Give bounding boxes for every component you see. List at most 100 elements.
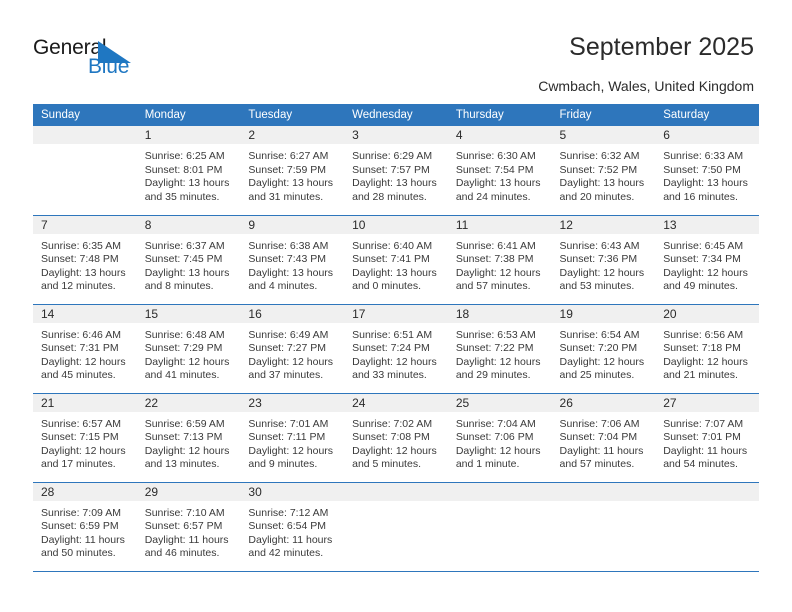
calendar-day-cell[interactable]: 19 Sunrise: 6:54 AM Sunset: 7:20 PM Dayligh… — [551, 304, 656, 394]
sunset-text: Sunset: 7:57 PM — [352, 163, 430, 176]
day-number: 6 — [655, 126, 759, 144]
general-blue-logo: General Blue — [33, 36, 163, 82]
calendar-day-cell[interactable]: 14 Sunrise: 6:46 AM Sunset: 7:31 PM Dayligh… — [33, 304, 137, 394]
daylight-text-line2: and 50 minutes. — [41, 547, 116, 560]
calendar-day-cell[interactable]: 13 Sunrise: 6:45 AM Sunset: 7:34 PM Dayligh… — [655, 215, 759, 305]
calendar-day-cell[interactable]: 17 Sunrise: 6:51 AM Sunset: 7:24 PM Dayligh… — [344, 304, 448, 394]
calendar-day-cell[interactable]: 7 Sunrise: 6:35 AM Sunset: 7:48 PM Daylight… — [33, 215, 137, 305]
day-number: 11 — [447, 215, 552, 234]
daylight-text-line2: and 0 minutes. — [352, 280, 421, 293]
weekday-header-tuesday: Tuesday — [240, 104, 345, 126]
day-details: Sunrise: 7:06 AM Sunset: 7:04 PM Daylight:… — [552, 412, 656, 472]
calendar-day-cell[interactable]: 30 Sunrise: 7:12 AM Sunset: 6:54 PM Dayligh… — [240, 482, 345, 572]
daylight-text-line2: and 28 minutes. — [352, 190, 427, 203]
sunset-text: Sunset: 7:01 PM — [663, 431, 741, 444]
daylight-text-line1: Daylight: 13 hours — [144, 177, 230, 190]
daylight-text-line2: and 41 minutes. — [144, 369, 220, 382]
sunrise-text: Sunrise: 6:49 AM — [248, 328, 329, 341]
daylight-text-line2: and 5 minutes. — [352, 458, 421, 471]
sunrise-text: Sunrise: 6:33 AM — [663, 150, 744, 162]
day-details: Sunrise: 6:40 AM Sunset: 7:41 PM Daylight:… — [344, 234, 448, 294]
calendar-day-cell[interactable]: 12 Sunrise: 6:43 AM Sunset: 7:36 PM Dayligh… — [551, 215, 656, 305]
sunset-text: Sunset: 7:50 PM — [663, 163, 741, 176]
calendar-body: 1 Sunrise: 6:25 AM Sunset: 8:01 PM Daylight… — [33, 126, 759, 572]
calendar-day-cell-empty — [655, 482, 759, 572]
calendar-day-cell[interactable]: 1 Sunrise: 6:25 AM Sunset: 8:01 PM Daylight… — [136, 126, 241, 216]
calendar-day-cell[interactable]: 5 Sunrise: 6:32 AM Sunset: 7:52 PM Daylight… — [551, 126, 656, 216]
calendar-day-cell-empty — [447, 482, 552, 572]
calendar-day-cell[interactable]: 18 Sunrise: 6:53 AM Sunset: 7:22 PM Dayligh… — [447, 304, 552, 394]
calendar-day-cell[interactable]: 24 Sunrise: 7:02 AM Sunset: 7:08 PM Dayligh… — [344, 393, 448, 483]
sunset-text: Sunset: 7:59 PM — [248, 163, 327, 176]
daylight-text-line1: Daylight: 13 hours — [663, 177, 748, 190]
daylight-text-line1: Daylight: 13 hours — [41, 266, 126, 279]
day-details: Sunrise: 6:33 AM Sunset: 7:50 PM Daylight:… — [655, 144, 759, 204]
day-number: 15 — [136, 304, 241, 323]
calendar-day-cell[interactable]: 16 Sunrise: 6:49 AM Sunset: 7:27 PM Dayligh… — [240, 304, 345, 394]
calendar-day-cell[interactable]: 10 Sunrise: 6:40 AM Sunset: 7:41 PM Dayligh… — [344, 215, 448, 305]
day-details: Sunrise: 6:41 AM Sunset: 7:38 PM Daylight:… — [448, 234, 552, 294]
sunset-text: Sunset: 7:18 PM — [663, 342, 741, 355]
sunrise-text: Sunrise: 6:41 AM — [455, 239, 536, 252]
day-number: 27 — [655, 393, 759, 412]
sunrise-text: Sunrise: 6:48 AM — [144, 328, 225, 341]
calendar-day-cell[interactable]: 4 Sunrise: 6:30 AM Sunset: 7:54 PM Daylight… — [447, 126, 552, 216]
calendar-day-cell[interactable]: 8 Sunrise: 6:37 AM Sunset: 7:45 PM Daylight… — [136, 215, 241, 305]
calendar-day-cell[interactable]: 9 Sunrise: 6:38 AM Sunset: 7:43 PM Daylight… — [240, 215, 345, 305]
sunset-text: Sunset: 7:08 PM — [352, 431, 430, 444]
calendar-day-cell[interactable]: 6 Sunrise: 6:33 AM Sunset: 7:50 PM Daylight… — [655, 126, 759, 216]
sunset-text: Sunset: 7:52 PM — [559, 163, 638, 176]
day-number: 20 — [655, 304, 759, 323]
calendar-day-cell[interactable]: 28 Sunrise: 7:09 AM Sunset: 6:59 PM Dayligh… — [33, 482, 137, 572]
calendar-day-cell[interactable]: 26 Sunrise: 7:06 AM Sunset: 7:04 PM Dayligh… — [551, 393, 656, 483]
sunset-text: Sunset: 7:24 PM — [352, 342, 430, 355]
calendar-day-cell[interactable]: 2 Sunrise: 6:27 AM Sunset: 7:59 PM Daylight… — [240, 126, 345, 216]
day-details: Sunrise: 7:12 AM Sunset: 6:54 PM Daylight:… — [240, 501, 344, 561]
day-number: 12 — [551, 215, 656, 234]
daylight-text-line2: and 37 minutes. — [248, 369, 324, 382]
sunrise-text: Sunrise: 6:32 AM — [559, 150, 640, 162]
weekday-header-monday: Monday — [136, 104, 241, 126]
day-number — [344, 482, 448, 501]
calendar-header-row: Sunday Monday Tuesday Wednesday Thursday… — [33, 104, 759, 126]
daylight-text-line1: Daylight: 13 hours — [248, 266, 334, 279]
sunrise-text: Sunrise: 7:02 AM — [352, 417, 433, 430]
calendar-day-cell-empty — [551, 482, 656, 572]
weekday-header-sunday: Sunday — [33, 104, 137, 126]
sunset-text: Sunset: 7:45 PM — [144, 253, 223, 266]
calendar-grid: Sunday Monday Tuesday Wednesday Thursday… — [33, 104, 759, 572]
day-details: Sunrise: 6:48 AM Sunset: 7:29 PM Daylight:… — [137, 323, 241, 383]
calendar-day-cell[interactable]: 25 Sunrise: 7:04 AM Sunset: 7:06 PM Dayligh… — [447, 393, 552, 483]
calendar-day-cell[interactable]: 22 Sunrise: 6:59 AM Sunset: 7:13 PM Dayligh… — [136, 393, 241, 483]
sunrise-text: Sunrise: 6:45 AM — [663, 239, 744, 252]
calendar-day-cell[interactable]: 21 Sunrise: 6:57 AM Sunset: 7:15 PM Dayligh… — [33, 393, 137, 483]
daylight-text-line2: and 20 minutes. — [559, 190, 635, 203]
sunset-text: Sunset: 8:01 PM — [144, 163, 223, 176]
calendar-day-cell[interactable]: 11 Sunrise: 6:41 AM Sunset: 7:38 PM Dayligh… — [447, 215, 552, 305]
sunset-text: Sunset: 7:38 PM — [455, 253, 534, 266]
daylight-text-line1: Daylight: 11 hours — [144, 533, 229, 546]
calendar-day-cell[interactable]: 20 Sunrise: 6:56 AM Sunset: 7:18 PM Dayligh… — [655, 304, 759, 394]
calendar-day-cell[interactable]: 27 Sunrise: 7:07 AM Sunset: 7:01 PM Dayligh… — [655, 393, 759, 483]
day-number: 9 — [240, 215, 345, 234]
daylight-text-line2: and 8 minutes. — [144, 280, 214, 293]
day-number: 25 — [447, 393, 552, 412]
calendar-week-row: 28 Sunrise: 7:09 AM Sunset: 6:59 PM Dayligh… — [33, 482, 759, 572]
daylight-text-line1: Daylight: 12 hours — [352, 355, 437, 368]
daylight-text-line1: Daylight: 12 hours — [248, 355, 334, 368]
day-number: 13 — [655, 215, 759, 234]
daylight-text-line2: and 21 minutes. — [663, 369, 738, 382]
day-number: 17 — [344, 304, 448, 323]
calendar-day-cell[interactable]: 3 Sunrise: 6:29 AM Sunset: 7:57 PM Daylight… — [344, 126, 448, 216]
calendar-day-cell[interactable]: 15 Sunrise: 6:48 AM Sunset: 7:29 PM Dayligh… — [136, 304, 241, 394]
day-number: 22 — [136, 393, 241, 412]
daylight-text-line2: and 9 minutes. — [248, 458, 318, 471]
calendar-day-cell[interactable]: 23 Sunrise: 7:01 AM Sunset: 7:11 PM Dayligh… — [240, 393, 345, 483]
sunset-text: Sunset: 7:13 PM — [144, 431, 223, 444]
daylight-text-line2: and 13 minutes. — [144, 458, 220, 471]
daylight-text-line2: and 42 minutes. — [248, 547, 324, 560]
calendar-day-cell[interactable]: 29 Sunrise: 7:10 AM Sunset: 6:57 PM Dayligh… — [136, 482, 241, 572]
day-details: Sunrise: 6:46 AM Sunset: 7:31 PM Daylight:… — [33, 323, 137, 383]
daylight-text-line1: Daylight: 12 hours — [663, 355, 748, 368]
day-details: Sunrise: 6:56 AM Sunset: 7:18 PM Daylight:… — [655, 323, 759, 383]
